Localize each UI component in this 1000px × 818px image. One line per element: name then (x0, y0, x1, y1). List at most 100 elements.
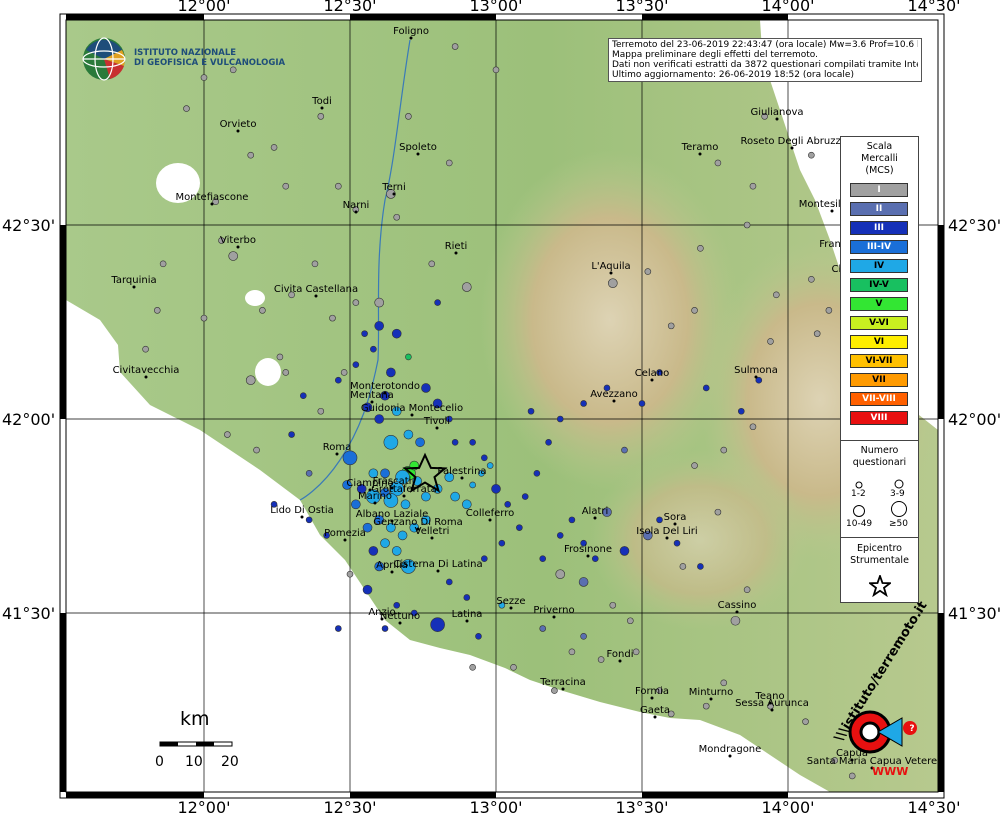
mcs-swatch: VII-VIII (850, 392, 908, 406)
intensity-point (430, 617, 445, 632)
city-label: Minturno (689, 687, 733, 698)
intensity-point (730, 615, 741, 626)
intensity-point (329, 314, 336, 322)
globe-icon (82, 37, 126, 81)
intensity-point (200, 314, 208, 322)
city-label: Orvieto (220, 119, 257, 130)
intensity-point (632, 648, 640, 656)
intensity-point (352, 299, 360, 306)
intensity-point (380, 538, 390, 548)
mcs-swatch: II (850, 202, 908, 216)
city-label: Gaeta (640, 705, 670, 716)
intensity-point (527, 407, 535, 415)
city-label: Tarquinia (110, 275, 156, 286)
intensity-point (498, 539, 506, 547)
intensity-point (621, 446, 628, 454)
intensity-point (813, 330, 821, 337)
lake-vico (245, 290, 265, 306)
intensity-point (679, 563, 687, 570)
city-label: Alatri (582, 506, 609, 517)
intensity-point (580, 632, 587, 640)
intensity-point (335, 182, 342, 190)
event-info-box: Terremoto del 23-06-2019 22:43:47 (ora l… (608, 38, 922, 82)
intensity-point (673, 539, 681, 547)
intensity-point (475, 632, 482, 640)
intensity-point (469, 438, 476, 446)
size-label: 10-49 (846, 519, 873, 529)
intensity-point (591, 555, 599, 562)
last-update: Ultimo aggiornamento: 26-06-2019 18:52 (… (612, 70, 854, 80)
lat-tick-label: 41°30' (948, 604, 1000, 623)
intensity-point (481, 454, 488, 462)
intensity-point (445, 159, 453, 167)
scale-label: 20 (221, 754, 239, 770)
intensity-point (516, 524, 523, 531)
legend-title-line: Scala (866, 141, 893, 152)
intensity-point (656, 516, 663, 524)
intensity-point (317, 407, 325, 415)
mcs-swatch: V (850, 297, 908, 311)
city-label: Terni (381, 182, 406, 193)
city-label: Latina (452, 609, 483, 620)
intensity-point (305, 470, 313, 477)
scale-label: 10 (185, 754, 203, 770)
legend-title-line: Mercalli (861, 153, 898, 164)
intensity-point (568, 516, 576, 524)
intensity-point (224, 431, 231, 438)
count-title: Numero questionari (841, 445, 918, 469)
lon-tick-label: 14°00' (761, 0, 814, 15)
intensity-point (463, 594, 471, 601)
city-label: Civita Castellana (274, 284, 358, 295)
size-label: 3-9 (890, 489, 905, 499)
count-title-line: questionari (852, 457, 907, 468)
intensity-point (644, 268, 652, 275)
intensity-point (469, 664, 476, 671)
lon-tick-label: 12°00' (177, 0, 230, 15)
city-label: Spoleto (399, 142, 437, 153)
longitude-labels-bottom: 12°00' 12°30' 13°00' 13°30' 14°00' 14°30… (177, 798, 960, 817)
intensity-point (450, 491, 460, 502)
intensity-point (451, 438, 459, 446)
intensity-point (808, 276, 815, 283)
intensity-point (533, 470, 541, 477)
longitude-labels-top: 12°00' 12°30' 13°00' 13°30' 14°00' 14°30… (177, 0, 960, 15)
lat-tick-label: 42°00' (948, 410, 1000, 429)
intensity-point (667, 322, 675, 330)
city-label: Giulianova (750, 107, 803, 118)
city-label: Foligno (393, 26, 429, 37)
intensity-point (228, 251, 238, 261)
intensity-point (607, 278, 618, 289)
mcs-swatch: IV-V (850, 278, 908, 292)
intensity-point (461, 282, 472, 292)
city-label: Nettuno (380, 611, 420, 622)
city-label: Todi (311, 96, 332, 107)
size-symbol-4-icon (891, 501, 907, 517)
intensity-point (428, 260, 436, 268)
intensity-point (153, 307, 161, 314)
intensity-point (259, 307, 266, 314)
ingv-logo: ISTITUTO NAZIONALE DI GEOFISICA E VULCAN… (80, 36, 285, 82)
intensity-point (445, 578, 453, 586)
brand-www: WWW (872, 765, 908, 778)
scale-bar-graphic (159, 741, 233, 747)
city-label: Sora (664, 512, 687, 523)
intensity-point (361, 330, 368, 337)
intensity-point (282, 182, 290, 190)
epicenter-title: Epicentro Strumentale (841, 543, 918, 567)
intensity-point (421, 383, 431, 393)
intensity-point (580, 400, 587, 407)
city-label: Roma (323, 442, 352, 453)
intensity-point (743, 586, 751, 594)
intensity-point (539, 555, 547, 562)
intensity-point (568, 648, 576, 656)
intensity-point (405, 353, 412, 361)
mcs-swatch: I (850, 183, 908, 197)
map-body: FolignoTodiOrvietoSpoletoAscoli PicenoGi… (66, 20, 938, 792)
lat-tick-label: 41°30' (2, 604, 55, 623)
legend-divider (841, 537, 918, 538)
city-label: Rieti (445, 241, 468, 252)
intensity-point (391, 546, 402, 556)
intensity-point (691, 307, 698, 314)
city-label: Sessa Aurunca (735, 698, 809, 709)
city-label: Civitavecchia (113, 365, 180, 376)
